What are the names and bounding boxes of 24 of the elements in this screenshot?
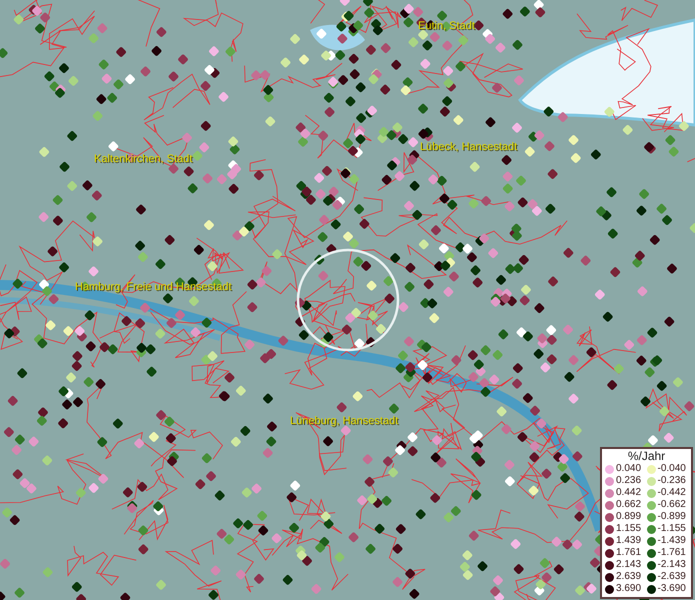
legend-value: 0.662 <box>616 500 642 510</box>
legend-value: -1.155 <box>658 524 686 534</box>
legend-value: -1.761 <box>658 548 686 558</box>
legend-title: %/Jahr <box>626 449 666 463</box>
legend-value: 0.442 <box>616 488 642 498</box>
legend-value: 2.143 <box>616 560 642 570</box>
place-label: Lübeck, Hansestadt <box>420 142 518 153</box>
legend-value: -0.040 <box>658 464 686 474</box>
legend-value: 0.236 <box>616 476 642 486</box>
legend-value: -0.236 <box>658 476 686 486</box>
legend-value: -1.439 <box>658 536 686 546</box>
legend-value: -2.143 <box>658 560 686 570</box>
legend-value: -0.442 <box>658 488 686 498</box>
legend-value: 1.761 <box>616 548 642 558</box>
legend-value: -0.899 <box>658 512 686 522</box>
legend-value: -3.690 <box>658 584 686 594</box>
legend-value: 3.690 <box>616 584 642 594</box>
legend-value: 2.639 <box>616 572 642 582</box>
legend-value: -2.639 <box>658 572 686 582</box>
legend-value: 0.040 <box>616 464 642 474</box>
legend-value: -0.662 <box>658 500 686 510</box>
legend-value: 0.899 <box>616 512 642 522</box>
legend-value: 1.439 <box>616 536 642 546</box>
legend-value: 1.155 <box>616 524 642 534</box>
